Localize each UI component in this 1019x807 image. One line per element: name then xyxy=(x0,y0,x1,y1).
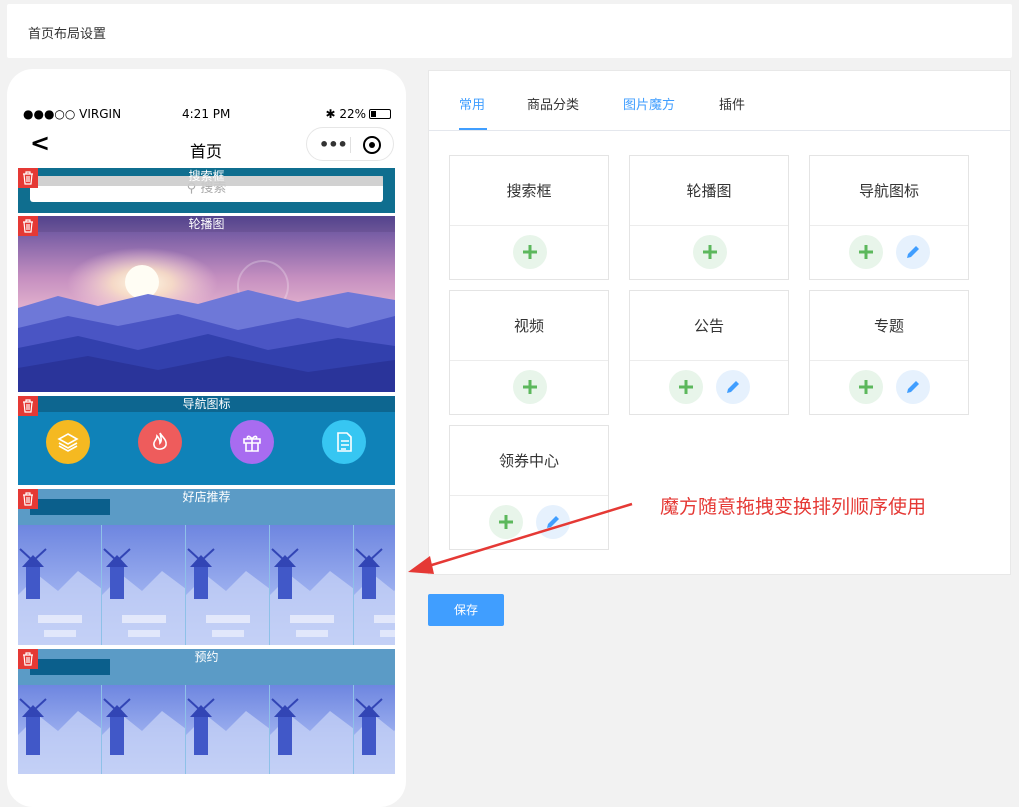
tab-goods-category[interactable]: 商品分类 xyxy=(527,94,579,113)
module-title: 轮播图 xyxy=(18,216,395,232)
booking-tile xyxy=(186,685,269,774)
capsule-divider xyxy=(350,137,351,153)
close-target-icon[interactable] xyxy=(363,136,381,154)
shop-tile xyxy=(186,525,269,645)
banner-module[interactable]: 轮播图 xyxy=(18,216,395,392)
annotation-text: 魔方随意拖拽变换排列顺序使用 xyxy=(660,496,927,518)
tab-image-cube[interactable]: 图片魔方 xyxy=(623,94,675,113)
component-card-nav-icons[interactable]: 导航图标 xyxy=(809,155,969,280)
save-button[interactable]: 保存 xyxy=(428,594,504,626)
module-title: 好店推荐 xyxy=(182,490,231,504)
delete-module-icon[interactable] xyxy=(18,216,38,236)
booking-tiles xyxy=(18,685,395,774)
shop-tiles xyxy=(18,525,395,645)
booking-tile xyxy=(102,685,185,774)
status-bar: ●●●○○ VIRGIN 4:21 PM ✱ 22% xyxy=(23,107,391,123)
shop-tile xyxy=(354,525,395,645)
delete-module-icon[interactable] xyxy=(18,649,38,669)
layers-icon xyxy=(46,420,90,464)
more-icon[interactable]: ••• xyxy=(319,135,348,154)
delete-module-icon[interactable] xyxy=(18,396,38,416)
module-title: 搜索框 xyxy=(188,169,225,183)
status-time: 4:21 PM xyxy=(182,107,231,121)
pencil-icon xyxy=(727,381,739,393)
shop-tile xyxy=(102,525,185,645)
component-card-video[interactable]: 视频 xyxy=(449,290,609,415)
component-name: 公告 xyxy=(630,291,788,361)
plus-icon xyxy=(523,380,537,394)
gift-icon xyxy=(230,420,274,464)
plus-icon xyxy=(523,245,537,259)
add-button[interactable] xyxy=(669,370,703,404)
tab-plugins[interactable]: 插件 xyxy=(719,94,745,113)
edit-button[interactable] xyxy=(896,235,930,269)
search-module[interactable]: 搜索框 ⚲ 搜索 xyxy=(18,168,395,213)
component-name: 领券中心 xyxy=(450,426,608,496)
component-name: 轮播图 xyxy=(630,156,788,226)
component-card-notice[interactable]: 公告 xyxy=(629,290,789,415)
delete-module-icon[interactable] xyxy=(18,168,38,188)
tab-common[interactable]: 常用 xyxy=(459,94,485,113)
tab-bar: 常用 商品分类 图片魔方 插件 xyxy=(429,71,1010,131)
plus-icon xyxy=(859,380,873,394)
banner-image xyxy=(18,216,395,392)
page-title: 首页布局设置 xyxy=(28,27,107,42)
component-name: 搜索框 xyxy=(450,156,608,226)
bluetooth-icon: ✱ xyxy=(325,107,336,121)
booking-tile xyxy=(18,685,101,774)
component-name: 专题 xyxy=(810,291,968,361)
add-button[interactable] xyxy=(693,235,727,269)
annotation-arrow-icon xyxy=(408,502,633,574)
component-name: 导航图标 xyxy=(810,156,968,226)
document-icon xyxy=(322,420,366,464)
battery-percent: 22% xyxy=(339,107,366,121)
nav-icons-module[interactable]: 导航图标 xyxy=(18,396,395,485)
mini-capsule: ••• xyxy=(306,127,394,161)
plus-icon xyxy=(703,245,717,259)
component-card-banner[interactable]: 轮播图 xyxy=(629,155,789,280)
booking-tile xyxy=(270,685,353,774)
mini-nav-bar: < 首页 ••• xyxy=(18,127,394,163)
component-card-search[interactable]: 搜索框 xyxy=(449,155,609,280)
shop-tile xyxy=(18,525,101,645)
shop-tile xyxy=(270,525,353,645)
add-button[interactable] xyxy=(513,370,547,404)
booking-tile xyxy=(354,685,395,774)
delete-module-icon[interactable] xyxy=(18,489,38,509)
add-button[interactable] xyxy=(849,370,883,404)
tab-active-indicator xyxy=(459,128,487,130)
component-card-topic[interactable]: 专题 xyxy=(809,290,969,415)
add-button[interactable] xyxy=(849,235,883,269)
component-name: 视频 xyxy=(450,291,608,361)
pencil-icon xyxy=(907,246,919,258)
plus-icon xyxy=(679,380,693,394)
plus-icon xyxy=(859,245,873,259)
shop-recommend-module[interactable]: 好店推荐 xyxy=(18,489,395,645)
pencil-icon xyxy=(907,381,919,393)
battery-indicator: ✱ 22% xyxy=(325,107,391,121)
add-button[interactable] xyxy=(513,235,547,269)
edit-button[interactable] xyxy=(716,370,750,404)
header-bar: 首页布局设置 xyxy=(7,4,1012,58)
module-title: 导航图标 xyxy=(182,397,231,411)
carrier-label: ●●●○○ VIRGIN xyxy=(23,107,122,121)
edit-button[interactable] xyxy=(896,370,930,404)
battery-icon xyxy=(369,109,391,119)
booking-module[interactable]: 预约 xyxy=(18,649,395,774)
module-title: 预约 xyxy=(194,650,219,664)
fire-icon xyxy=(138,420,182,464)
phone-preview: ●●●○○ VIRGIN 4:21 PM ✱ 22% < 首页 ••• 搜索框 … xyxy=(7,69,406,807)
